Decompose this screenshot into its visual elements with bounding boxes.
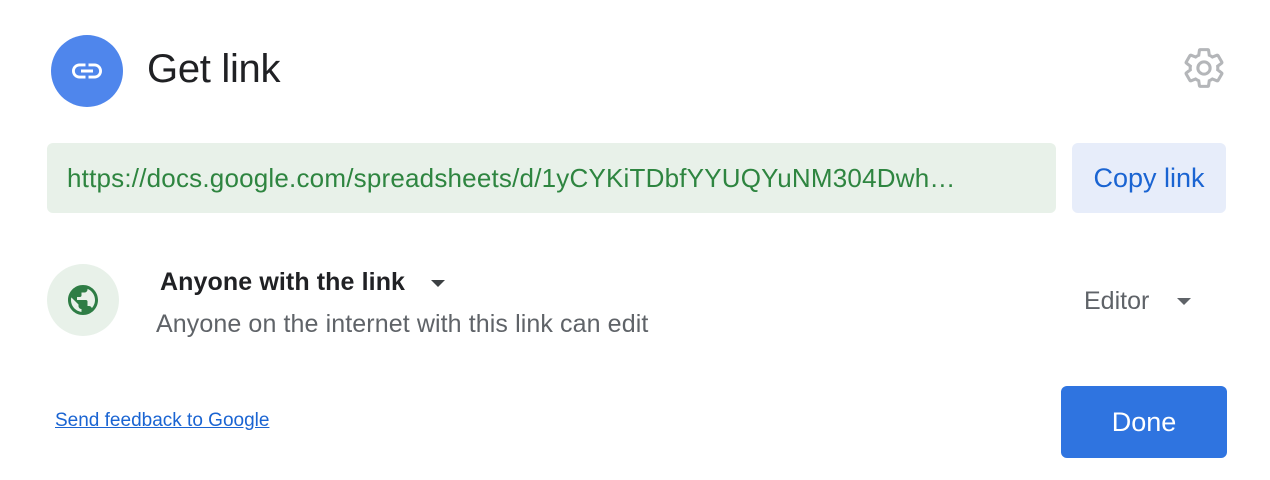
gear-icon <box>1184 48 1224 88</box>
done-button[interactable]: Done <box>1061 386 1227 458</box>
link-access-dropdown[interactable]: Anyone with the link <box>150 262 455 302</box>
get-link-dialog: Get link https://docs.google.com/spreads… <box>0 0 1270 480</box>
role-dropdown[interactable]: Editor <box>1072 280 1203 322</box>
settings-button[interactable] <box>1180 44 1228 92</box>
globe-icon <box>68 285 98 315</box>
link-url-field[interactable]: https://docs.google.com/spreadsheets/d/1… <box>47 143 1056 213</box>
link-access-description: Anyone on the internet with this link ca… <box>156 310 649 338</box>
chevron-down-icon <box>431 279 446 287</box>
chevron-down-icon <box>1177 297 1192 305</box>
link-url-text[interactable]: https://docs.google.com/spreadsheets/d/1… <box>67 163 1034 194</box>
link-icon <box>72 63 102 79</box>
link-icon-badge <box>51 35 123 107</box>
globe-icon-badge <box>47 264 119 336</box>
dialog-title: Get link <box>147 47 281 91</box>
copy-link-button[interactable]: Copy link <box>1072 143 1226 213</box>
link-access-label: Anyone with the link <box>160 267 406 296</box>
role-label: Editor <box>1084 286 1150 315</box>
send-feedback-link[interactable]: Send feedback to Google <box>55 410 269 432</box>
